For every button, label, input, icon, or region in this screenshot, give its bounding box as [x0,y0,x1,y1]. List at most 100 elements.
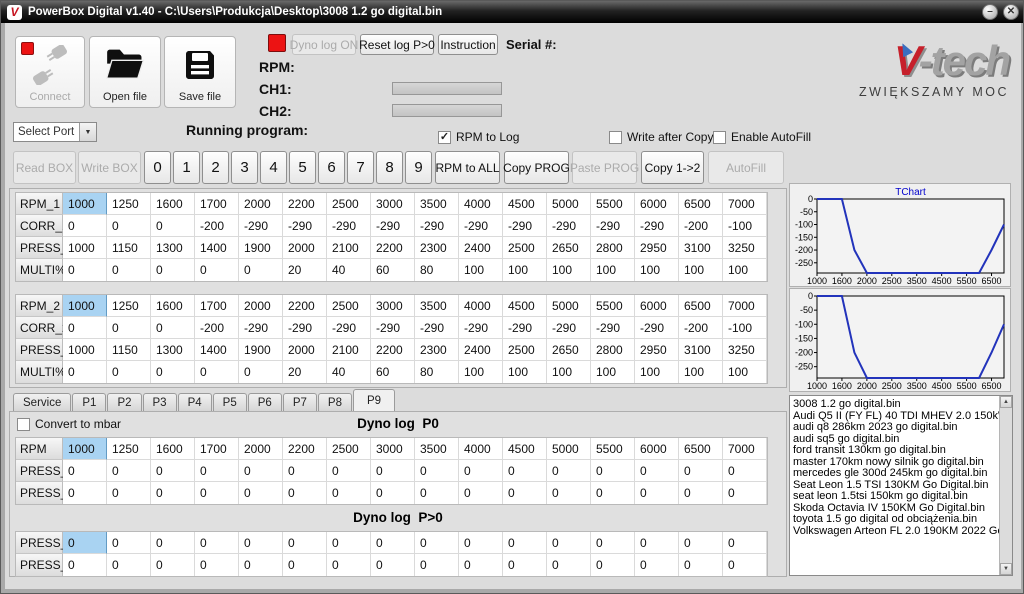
table-cell[interactable]: 0 [723,532,767,554]
save-file-button[interactable]: Save file [164,36,236,108]
table-cell[interactable]: 0 [107,215,151,237]
program-digit-0-button[interactable]: 0 [144,151,171,184]
table-cell[interactable]: 0 [195,460,239,482]
table-cell[interactable]: 3500 [415,438,459,460]
table-cell[interactable]: 4500 [503,193,547,215]
table-cell[interactable]: -290 [459,317,503,339]
table-cell[interactable]: -290 [547,215,591,237]
table-cell[interactable]: -290 [547,317,591,339]
program-digit-6-button[interactable]: 6 [318,151,345,184]
table-cell[interactable]: 1000 [63,237,107,259]
program-digit-1-button[interactable]: 1 [173,151,200,184]
table-cell[interactable]: 0 [107,317,151,339]
table-cell[interactable]: 0 [723,460,767,482]
table-cell[interactable]: 0 [327,460,371,482]
copy-prog-button[interactable]: Copy PROG [504,151,569,184]
table-cell[interactable]: 0 [195,532,239,554]
table-cell[interactable]: 2800 [591,339,635,361]
table-cell[interactable]: 2400 [459,237,503,259]
table-cell[interactable]: 0 [635,532,679,554]
table-cell[interactable]: 0 [635,554,679,576]
table-cell[interactable]: 0 [503,554,547,576]
table-cell[interactable]: 1900 [239,237,283,259]
table-cell[interactable]: 0 [151,554,195,576]
table-cell[interactable]: 2300 [415,339,459,361]
table-cell[interactable]: 0 [107,532,151,554]
table-cell[interactable]: 1300 [151,237,195,259]
tab-p6[interactable]: P6 [248,393,282,411]
table-cell[interactable]: 0 [723,482,767,504]
checkbox-unchecked-icon[interactable] [713,131,726,144]
table-cell[interactable]: 0 [371,532,415,554]
table-cell[interactable]: 100 [591,259,635,281]
table-cell[interactable]: 0 [591,460,635,482]
table-cell[interactable]: 2000 [239,438,283,460]
rpm-to-all-button[interactable]: RPM to ALL [435,151,500,184]
table-cell[interactable]: -290 [503,317,547,339]
table-cell[interactable]: 0 [547,554,591,576]
program-digit-8-button[interactable]: 8 [376,151,403,184]
table-cell[interactable]: 0 [195,482,239,504]
table-cell[interactable]: 6500 [679,193,723,215]
table-cell[interactable]: -290 [239,215,283,237]
table-cell[interactable]: 0 [679,554,723,576]
table-cell[interactable]: -100 [723,317,767,339]
table-cell[interactable]: 1600 [151,193,195,215]
table-cell[interactable]: 0 [591,532,635,554]
table-cell[interactable]: 1150 [107,339,151,361]
table-cell[interactable]: 5000 [547,438,591,460]
copy-1-to-2-button[interactable]: Copy 1->2 [641,151,704,184]
paste-prog-button[interactable]: Paste PROG [572,151,637,184]
table-cell[interactable]: 0 [591,482,635,504]
table-cell[interactable]: 100 [723,361,767,383]
table-cell[interactable]: 0 [459,532,503,554]
table-cell[interactable]: 0 [591,554,635,576]
table-cell[interactable]: 0 [547,482,591,504]
table-cell[interactable]: 3000 [371,193,415,215]
table-cell[interactable]: 5000 [547,193,591,215]
table-cell[interactable]: 2200 [371,339,415,361]
table-cell[interactable]: 0 [459,482,503,504]
table-cell[interactable]: -290 [283,215,327,237]
table-cell[interactable]: 80 [415,259,459,281]
table-cell[interactable]: 0 [415,460,459,482]
table-cell[interactable]: 4500 [503,295,547,317]
dyno-log-on-button[interactable]: Dyno log ON [292,34,356,55]
table-cell[interactable]: 1300 [151,339,195,361]
table-cell[interactable]: 0 [239,482,283,504]
table-cell[interactable]: 0 [635,482,679,504]
table-cell[interactable]: 5500 [591,193,635,215]
table-cell[interactable]: 0 [195,554,239,576]
table-cell[interactable]: 3250 [723,237,767,259]
table-cell[interactable]: 0 [151,482,195,504]
enable-autofill-checkbox[interactable]: Enable AutoFill [713,130,811,144]
tab-p4[interactable]: P4 [178,393,212,411]
table-cell[interactable]: 2200 [371,237,415,259]
table-cell[interactable]: 1250 [107,295,151,317]
chevron-down-icon[interactable]: ▼ [79,123,96,141]
table-cell[interactable]: 0 [63,532,107,554]
table-cell[interactable]: 6000 [635,438,679,460]
table-cell[interactable]: 1400 [195,237,239,259]
table-cell[interactable]: 2300 [415,237,459,259]
tab-p2[interactable]: P2 [107,393,141,411]
write-box-button[interactable]: Write BOX [78,151,141,184]
table-cell[interactable]: -290 [635,317,679,339]
table-cell[interactable]: 1700 [195,438,239,460]
table-cell[interactable]: 2950 [635,339,679,361]
table-cell[interactable]: 1150 [107,237,151,259]
table-cell[interactable]: 2500 [503,237,547,259]
tab-p3[interactable]: P3 [143,393,177,411]
table-cell[interactable]: -290 [371,317,415,339]
table-cell[interactable]: 0 [239,460,283,482]
table-cell[interactable]: 2000 [283,339,327,361]
instruction-button[interactable]: Instruction [438,34,498,55]
table-cell[interactable]: 0 [327,482,371,504]
table-cell[interactable]: 1000 [63,295,107,317]
table-cell[interactable]: 1000 [63,339,107,361]
table-cell[interactable]: 0 [63,482,107,504]
table-cell[interactable]: 0 [723,554,767,576]
table-cell[interactable]: 2200 [283,193,327,215]
table-cell[interactable]: 0 [415,482,459,504]
table-cell[interactable]: 2200 [283,438,327,460]
